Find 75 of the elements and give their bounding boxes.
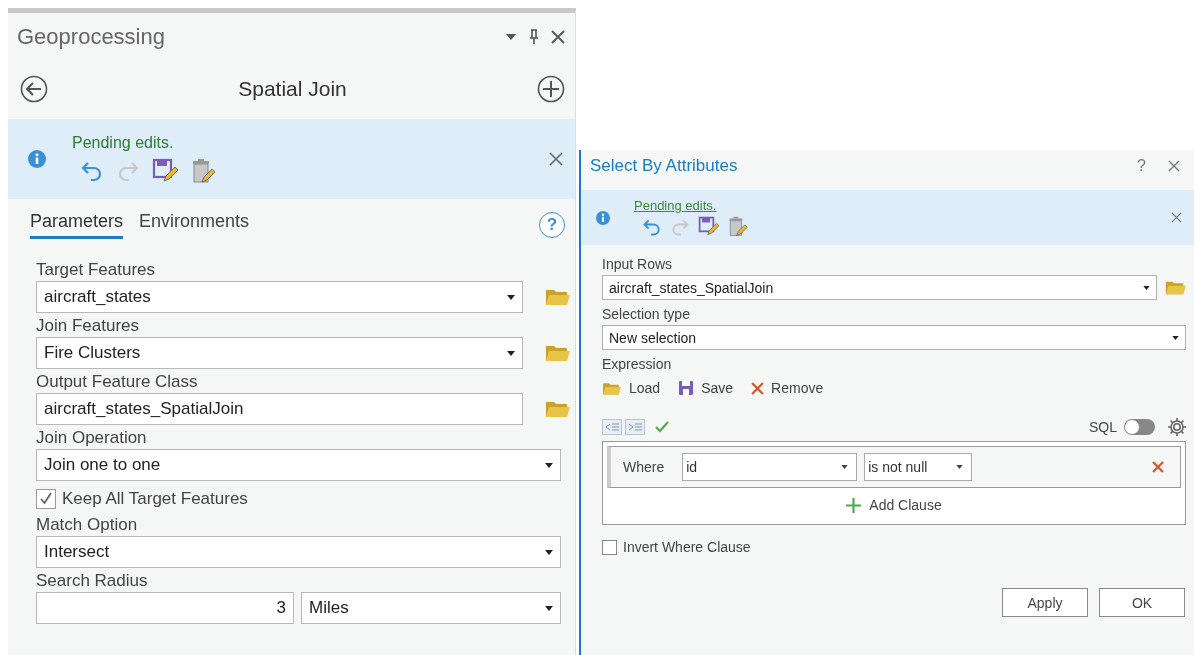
dropdown-field[interactable]: aircraft_states_SpatialJoin [602, 275, 1158, 300]
dialog-button[interactable]: OK [1099, 588, 1185, 617]
parameter-label: Target Features [36, 259, 157, 281]
add-clause-button[interactable]: Add Clause [840, 496, 948, 514]
folder-icon[interactable] [545, 399, 571, 419]
info-icon [28, 150, 46, 168]
unit-dropdown[interactable]: Miles [301, 592, 561, 624]
toolbar-button[interactable]: Save [678, 380, 734, 396]
sql-label: SQL [1089, 419, 1117, 435]
caret-icon [956, 465, 964, 469]
text-field[interactable]: aircraft_states_SpatialJoin [36, 393, 523, 425]
back-icon[interactable] [20, 75, 48, 103]
save-edits-icon[interactable] [698, 216, 719, 237]
caret-icon [545, 605, 553, 611]
field-label: Input Rows [602, 255, 674, 273]
caret-icon [545, 462, 553, 468]
parameter-label: Match Option [36, 514, 139, 536]
close-icon[interactable] [551, 30, 565, 44]
caret-icon [1172, 335, 1179, 340]
folder-icon [602, 380, 622, 396]
folder-icon[interactable] [545, 287, 571, 307]
info-icon [596, 210, 610, 225]
close-icon[interactable] [1168, 160, 1180, 172]
caret-icon [507, 294, 515, 300]
checkbox-label: Invert Where Clause [623, 539, 751, 555]
discard-edits-icon[interactable] [190, 158, 216, 184]
caret-icon [545, 549, 553, 555]
parameter-label: Output Feature Class [36, 371, 199, 393]
tab[interactable]: Parameters [30, 211, 124, 239]
plus-icon [846, 497, 862, 513]
dropdown-field[interactable]: Intersect [36, 536, 561, 568]
dropdown-field[interactable]: aircraft_states [36, 281, 523, 313]
caret-icon [507, 350, 515, 356]
parameter-label: Join Features [36, 315, 140, 337]
banner-link[interactable]: Pending edits. [634, 198, 1171, 213]
delete-icon[interactable] [1152, 461, 1164, 473]
field-label: Selection type [602, 305, 691, 323]
dialog-button[interactable]: Apply [1002, 588, 1088, 617]
parameter-label: Search Radius [36, 570, 149, 592]
parameter-label: Join Operation [36, 427, 148, 449]
folder-icon[interactable] [545, 343, 571, 363]
checkbox[interactable] [602, 539, 617, 555]
field-label: Expression [602, 355, 673, 373]
dropdown-field[interactable]: Join one to one [36, 449, 561, 481]
checkbox-label: Keep All Target Features [62, 488, 248, 510]
undo-icon[interactable] [80, 159, 104, 183]
close-icon[interactable] [549, 152, 563, 166]
checkmark-icon[interactable] [655, 421, 669, 433]
pane-title: Geoprocessing [17, 24, 166, 50]
banner-message: Pending edits. [72, 134, 175, 152]
save-edits-icon[interactable] [152, 158, 178, 184]
dropdown-icon[interactable] [505, 33, 517, 41]
dropdown-field[interactable]: Fire Clusters [36, 337, 523, 369]
field-dropdown[interactable]: id [682, 453, 858, 481]
tab[interactable]: Environments [139, 211, 250, 239]
checkbox[interactable] [36, 489, 56, 509]
dropdown-field[interactable]: New selection [602, 325, 1186, 350]
discard-edits-icon[interactable] [727, 216, 748, 237]
pane-title: Select By Attributes [590, 156, 739, 176]
folder-icon[interactable] [1165, 279, 1187, 296]
toolbar-button[interactable]: Load [602, 380, 661, 396]
sql-toggle[interactable] [1124, 419, 1155, 435]
close-icon[interactable] [1171, 212, 1182, 223]
operator-dropdown[interactable]: is not null [864, 453, 973, 481]
caret-icon [1143, 285, 1151, 290]
caret-icon [841, 465, 849, 469]
settings-icon[interactable] [1167, 417, 1187, 437]
pin-icon[interactable] [529, 29, 539, 45]
help-button[interactable]: ? [1137, 157, 1146, 175]
add-icon[interactable] [537, 75, 565, 103]
number-field[interactable]: 3 [36, 592, 294, 624]
toolbar-button[interactable]: Remove [751, 380, 824, 396]
where-label: Where [623, 459, 665, 475]
tool-title: Spatial Join [237, 77, 348, 101]
x-icon [751, 381, 765, 395]
